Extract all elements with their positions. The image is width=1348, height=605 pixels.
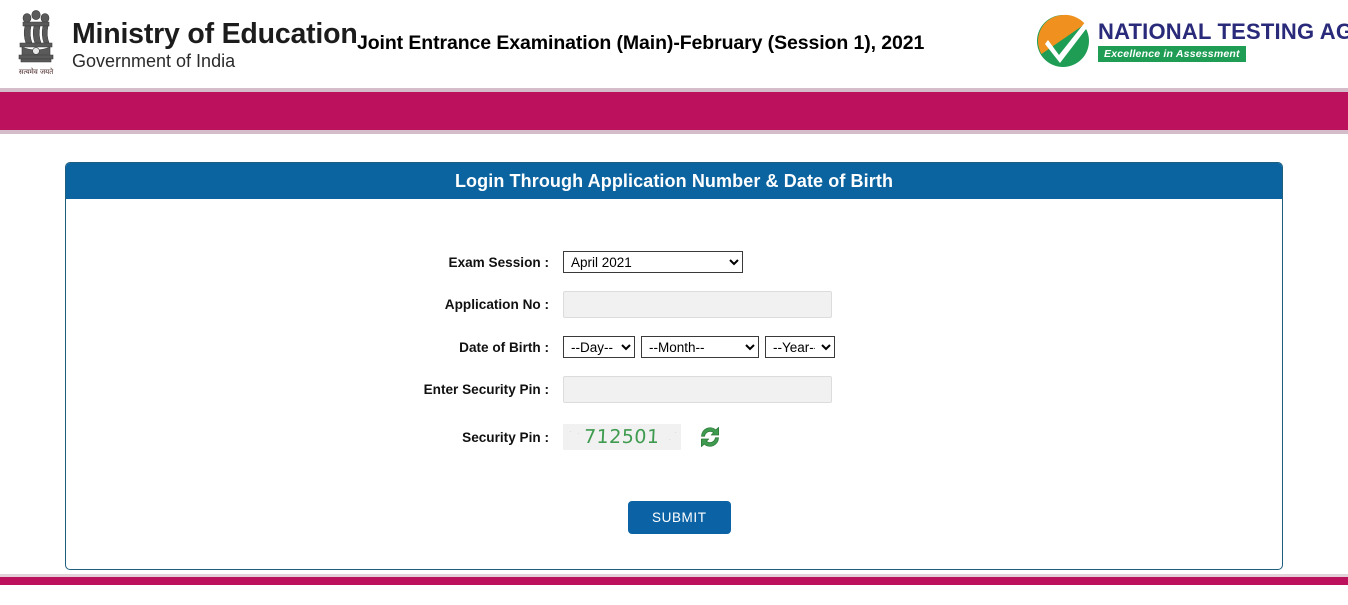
navigation-bar	[0, 88, 1348, 134]
refresh-captcha-icon[interactable]	[696, 423, 724, 451]
ministry-title: Ministry of Education	[72, 18, 358, 51]
enter-security-pin-row: Enter Security Pin :	[66, 376, 1282, 403]
dob-day-select[interactable]: --Day--	[563, 336, 635, 358]
security-pin-row: Security Pin : · · 712501 · ·	[66, 423, 1282, 451]
security-pin-input[interactable]	[563, 376, 832, 403]
enter-security-pin-label: Enter Security Pin :	[423, 382, 549, 397]
page-header: सत्यमेव जयते Ministry of Education Gover…	[0, 0, 1348, 88]
application-no-row: Application No :	[66, 291, 1282, 318]
exam-session-row: Exam Session : April 2021	[66, 251, 1282, 273]
captcha-noise-dot: ·	[577, 429, 580, 438]
captcha-noise-dot: ·	[569, 427, 572, 436]
submit-spacer	[66, 501, 628, 534]
date-of-birth-label: Date of Birth :	[459, 339, 549, 355]
ministry-branding: सत्यमेव जयते Ministry of Education Gover…	[10, 8, 358, 80]
submit-button[interactable]: SUBMIT	[628, 501, 731, 534]
date-of-birth-field: --Day-- --Month-- --Year--	[563, 336, 835, 358]
exam-title: Joint Entrance Examination (Main)-Februa…	[357, 32, 925, 54]
captcha-value: 712501	[583, 426, 661, 448]
login-panel: Login Through Application Number & Date …	[65, 162, 1283, 570]
date-of-birth-row: Date of Birth : --Day-- --Month-- --Year…	[66, 336, 1282, 358]
login-panel-title: Login Through Application Number & Date …	[66, 163, 1282, 199]
dob-year-select[interactable]: --Year--	[765, 336, 835, 358]
nta-branding: NATIONAL TESTING AGENCY Excellence in As…	[1036, 14, 1348, 68]
nta-checkmark-logo-icon	[1037, 14, 1089, 67]
nta-tagline: Excellence in Assessment	[1098, 46, 1246, 63]
captcha-image: · · 712501 · ·	[563, 424, 681, 450]
exam-session-field: April 2021	[563, 251, 743, 273]
login-form: Exam Session : April 2021 Application No…	[66, 199, 1282, 569]
enter-security-pin-field	[563, 376, 832, 403]
ministry-subtitle: Government of India	[72, 50, 236, 71]
application-no-input[interactable]	[563, 291, 832, 318]
security-pin-field: · · 712501 · ·	[563, 423, 724, 451]
main-content: Login Through Application Number & Date …	[0, 134, 1348, 574]
submit-row: SUBMIT	[66, 501, 1282, 534]
svg-text:सत्यमेव जयते: सत्यमेव जयते	[19, 67, 54, 76]
exam-session-select[interactable]: April 2021	[563, 251, 743, 273]
application-no-label: Application No :	[444, 297, 549, 312]
nav-bar-body[interactable]	[0, 92, 1348, 130]
footer-bar	[0, 577, 1348, 585]
application-no-field	[563, 291, 832, 318]
captcha-noise-dot: ·	[668, 435, 671, 444]
dob-month-select[interactable]: --Month--	[641, 336, 759, 358]
exam-session-label: Exam Session :	[448, 254, 550, 270]
page-footer	[0, 574, 1348, 585]
security-pin-label: Security Pin :	[462, 429, 549, 445]
captcha-noise-dot: ·	[674, 428, 677, 437]
nta-name: NATIONAL TESTING AGENCY	[1098, 18, 1348, 44]
ashoka-emblem-icon: सत्यमेव जयते	[18, 10, 54, 76]
